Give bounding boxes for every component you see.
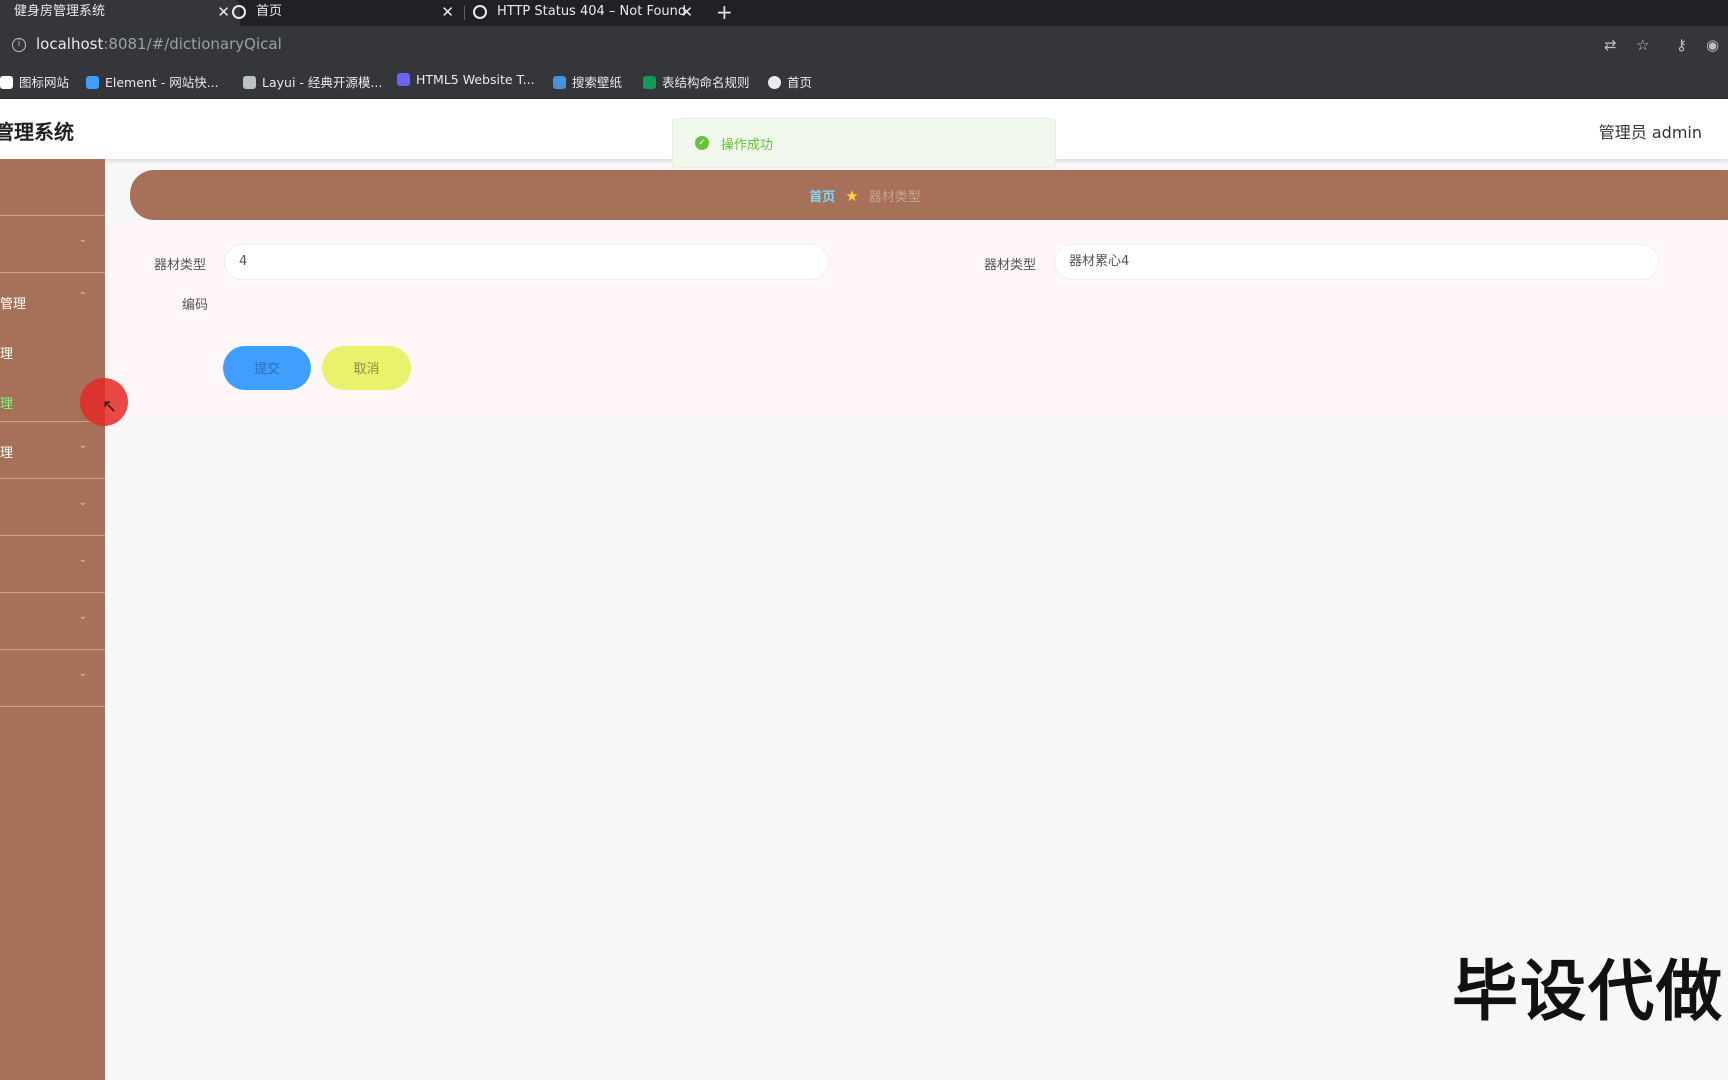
- chevron-down-icon: ⌄: [78, 440, 87, 451]
- globe-icon: [768, 76, 781, 89]
- chevron-down-icon: ⌄: [78, 611, 87, 622]
- close-icon[interactable]: ✕: [441, 0, 454, 24]
- close-icon[interactable]: ✕: [680, 0, 693, 24]
- bookmark-icon: [0, 76, 13, 89]
- url-host: localhost: [36, 35, 104, 53]
- bookmark-icon-site[interactable]: 图标网站: [0, 72, 69, 91]
- submit-button[interactable]: 提交: [223, 346, 311, 390]
- chevron-down-icon: ⌄: [78, 497, 87, 508]
- sidebar-item-label: 管理: [0, 297, 27, 312]
- address-bar: i localhost:8081/#/dictionaryQical ⇄ ☆ ⚷…: [0, 26, 1728, 64]
- bookmark-label: 表结构命名规则: [662, 75, 750, 90]
- bookmark-label: 图标网站: [19, 75, 70, 90]
- sheet-icon: [643, 76, 656, 89]
- tab-home[interactable]: 首页 ✕: [224, 0, 464, 26]
- url-path: :8081/#/dictionaryQical: [103, 35, 282, 53]
- sidebar-item-label: 理: [0, 397, 14, 412]
- layui-icon: [243, 76, 256, 89]
- browser-tab-bar: 健身房管理系统 ✕ 首页 ✕ HTTP Status 404 – Not Fou…: [0, 0, 1728, 26]
- name-field-label: 器材类型: [984, 258, 1037, 273]
- chevron-down-icon: ⌄: [78, 668, 87, 679]
- check-circle-icon: ✓: [695, 136, 709, 150]
- sidebar-item-5[interactable]: ⌄: [0, 479, 105, 536]
- key-icon[interactable]: ⚷: [1676, 36, 1687, 54]
- sidebar-item-7[interactable]: ⌄: [0, 593, 105, 650]
- chevron-down-icon: ⌄: [78, 554, 87, 565]
- new-tab-button[interactable]: +: [716, 0, 733, 24]
- tab-404[interactable]: HTTP Status 404 – Not Found ✕: [465, 0, 705, 26]
- bookmark-home[interactable]: 首页: [768, 72, 812, 91]
- wallpaper-icon: [553, 76, 566, 89]
- sidebar-item-label: 理: [0, 446, 14, 461]
- user-info[interactable]: 管理员 admin: [1599, 119, 1702, 143]
- element-icon: [86, 76, 99, 89]
- bookmark-label: 首页: [787, 75, 813, 90]
- tab-label: HTTP Status 404 – Not Found: [497, 4, 687, 19]
- breadcrumb-home[interactable]: 首页: [809, 190, 835, 205]
- bookmark-label: HTML5 Website T...: [416, 72, 535, 87]
- bookmarks-bar: 图标网站 Element - 网站快... Layui - 经典开源模... H…: [0, 64, 1728, 99]
- sidebar-item-6[interactable]: ⌄: [0, 536, 105, 593]
- tab-label: 首页: [256, 4, 283, 19]
- html5-icon: [397, 73, 410, 86]
- bookmark-label: Layui - 经典开源模...: [262, 75, 383, 90]
- equipment-type-name-input[interactable]: 器材累心4: [1054, 244, 1659, 280]
- sidebar-item-3[interactable]: 管理 ⌃: [0, 273, 105, 323]
- sidebar-item-2[interactable]: ⌄: [0, 216, 105, 273]
- profile-icon[interactable]: ◉: [1706, 36, 1719, 54]
- star-icon[interactable]: ☆: [1636, 36, 1649, 54]
- tab-label: 健身房管理系统: [14, 4, 106, 19]
- chevron-up-icon: ⌃: [78, 291, 87, 302]
- code-field-label: 器材类型: [154, 258, 207, 273]
- watermark: 毕设代做: [1452, 953, 1724, 1030]
- app-title: 管理系统: [0, 120, 74, 144]
- info-icon[interactable]: i: [12, 38, 26, 52]
- toast-message: 操作成功: [721, 138, 774, 153]
- equipment-type-code-input[interactable]: 4: [224, 244, 829, 280]
- star-icon: ★: [845, 187, 859, 205]
- bookmark-element[interactable]: Element - 网站快...: [86, 72, 219, 91]
- bookmark-label: 搜索壁纸: [572, 75, 623, 90]
- cancel-button[interactable]: 取消: [322, 346, 411, 390]
- code-field-label-line2: 编码: [182, 298, 209, 313]
- breadcrumb-current: 器材类型: [868, 190, 921, 205]
- globe-icon: [232, 5, 246, 19]
- sidebar-item-4[interactable]: 理 ⌄: [0, 422, 105, 479]
- bookmark-wallpaper[interactable]: 搜索壁纸: [553, 72, 622, 91]
- sidebar-subitem-1[interactable]: 理: [0, 323, 105, 373]
- sidebar: ⌄ 管理 ⌃ 理 理 理 ⌄ ⌄ ⌄ ⌄ ⌄: [0, 159, 105, 1080]
- tab-fitness-system[interactable]: 健身房管理系统 ✕: [0, 0, 240, 26]
- bookmark-label: Element - 网站快...: [105, 75, 219, 90]
- bookmark-html5[interactable]: HTML5 Website T...: [397, 72, 535, 87]
- sidebar-item-label: 理: [0, 347, 14, 362]
- globe-icon: [473, 5, 487, 19]
- url-field[interactable]: localhost:8081/#/dictionaryQical: [36, 35, 282, 53]
- breadcrumb: 首页 ★ 器材类型: [130, 186, 1600, 205]
- bookmark-layui[interactable]: Layui - 经典开源模...: [243, 72, 382, 91]
- chevron-down-icon: ⌄: [78, 234, 87, 245]
- translate-icon[interactable]: ⇄: [1604, 36, 1617, 54]
- success-toast: ✓ 操作成功: [672, 118, 1056, 168]
- sidebar-item-1[interactable]: [0, 159, 105, 216]
- bookmark-naming-rules[interactable]: 表结构命名规则: [643, 72, 750, 91]
- cursor-icon: ↖: [102, 396, 118, 417]
- sidebar-item-8[interactable]: ⌄: [0, 650, 105, 707]
- breadcrumb-bar: 首页 ★ 器材类型: [130, 170, 1728, 220]
